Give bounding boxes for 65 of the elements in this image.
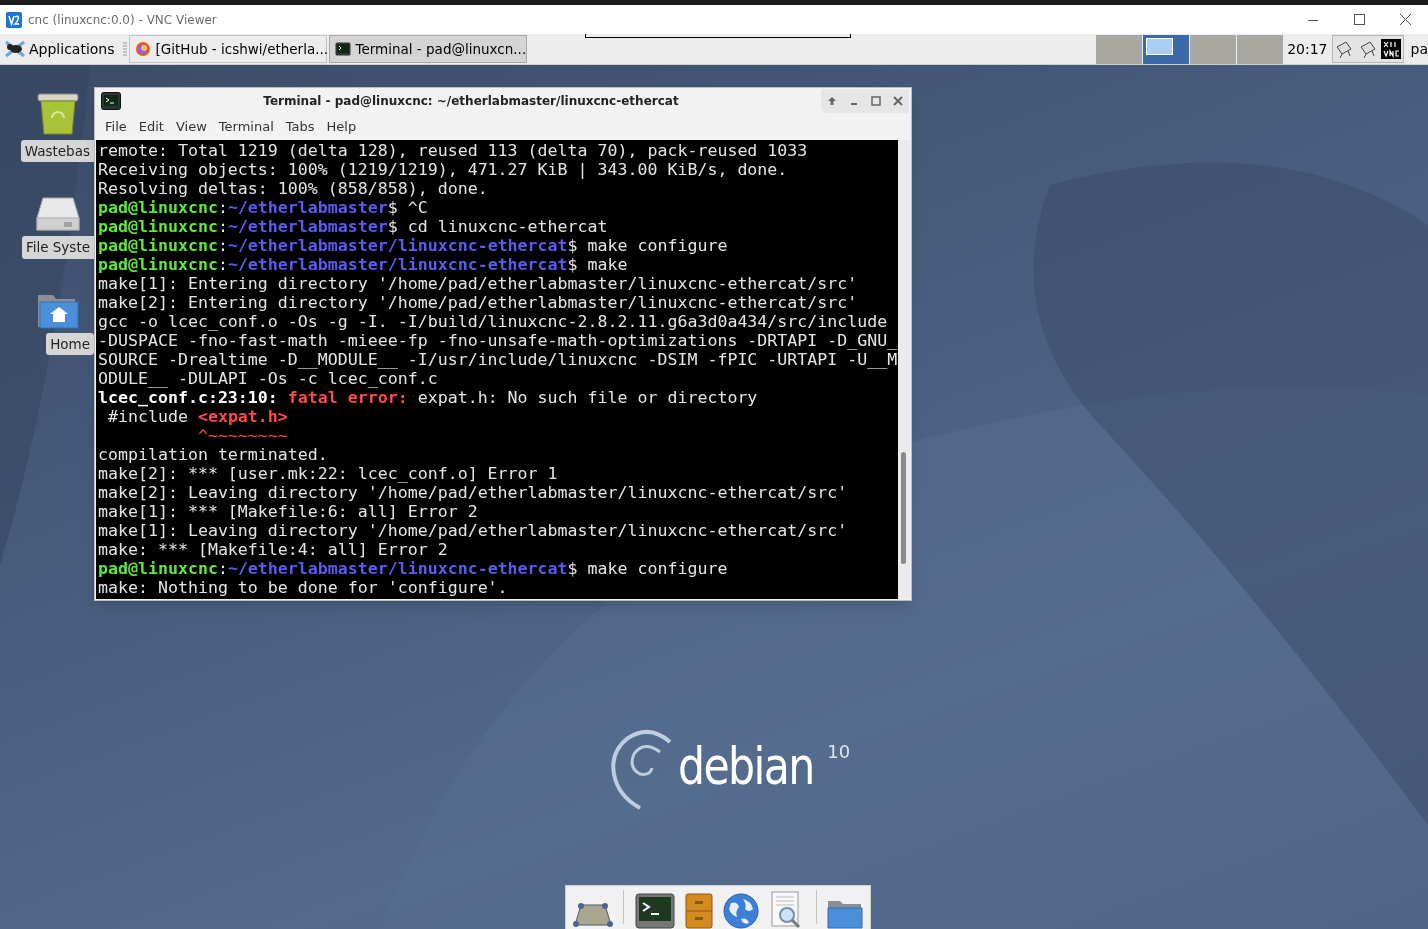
version-number: 10: [827, 740, 851, 764]
raise-arrow-icon[interactable]: [827, 96, 837, 106]
file-cabinet-icon[interactable]: [684, 893, 713, 929]
panel-handle-icon: [122, 41, 127, 57]
terminal-line: -DUSPACE -fno-fast-math -mieee-fp -fno-unsafe-math-optimizations -DRTAPI -D_GNU_: [98, 331, 898, 350]
terminal-line: make: Nothing to be done for 'configure'.: [98, 578, 508, 597]
window-title: cnc (linuxcnc:0.0) - VNC Viewer: [28, 11, 217, 29]
terminal-line: pad@linuxcnc:~/etherlabmaster$ cd linuxcnc-ethercat: [98, 217, 608, 236]
terminal-line: compilation terminated.: [98, 445, 328, 464]
debian-wordmark: debian: [678, 736, 814, 796]
terminal-line: pad@linuxcnc:~/etherlabmaster/linuxcnc-ethercat$ make configure: [98, 236, 728, 255]
terminal-icon[interactable]: [634, 893, 675, 929]
terminal-line: SOURCE -Drealtime -D__MODULE__ -I/usr/include/linuxcnc -DSIM -fPIC -URTAPI -U__M: [98, 350, 898, 369]
terminal-line: pad@linuxcnc:~/etherlabmaster/linuxcnc-ethercat$ make configure: [98, 559, 728, 578]
terminal-line: ^~~~~~~~~: [196, 426, 288, 445]
terminal-line: ODULE__ -DULAPI -Os -c lcec_conf.c: [98, 369, 438, 388]
user-name[interactable]: pa: [1410, 38, 1428, 60]
trash-can-icon[interactable]: [35, 90, 81, 136]
desktop-icon-label[interactable]: Wastebas: [20, 140, 94, 163]
maximize-icon: [1353, 14, 1365, 25]
taskbar-button[interactable]: [GitHub - icshwi/etherla...: [128, 35, 327, 63]
menu-item[interactable]: Terminal: [212, 117, 280, 137]
terminal-line: make[1]: Leaving directory '/home/pad/etherlabmaster/linuxcnc-ethercat/src': [98, 521, 848, 540]
browser-icon: [134, 41, 151, 57]
mouse-logo-icon: [4, 39, 26, 59]
terminal-line: gcc -o lcec_conf.o -Os -g -I. -I/build/linuxcnc-2.8.2.11.g6a3d0a434/src/include: [98, 312, 888, 331]
terminal-line: make[2]: Entering directory '/home/pad/etherlabmaster/linuxcnc-ethercat/src': [98, 293, 858, 312]
close-icon: [1399, 14, 1411, 25]
menu-item[interactable]: View: [169, 117, 213, 137]
terminal-line: make[1]: Entering directory '/home/pad/etherlabmaster/linuxcnc-ethercat/src': [98, 274, 858, 293]
taskbar-button[interactable]: Terminal - pad@linuxcn...: [328, 35, 527, 63]
terminal-icon: [334, 42, 351, 56]
terminal-line: make: *** [Makefile:4: all] Error 2: [98, 540, 448, 559]
desktop-icon[interactable]: [573, 901, 614, 929]
terminal-line: pad@linuxcnc:~/etherlabmaster/linuxcnc-ethercat$ make: [98, 255, 628, 274]
window-title: Terminal - pad@linuxcnc: ~/etherlabmaster/linuxcnc-ethercat: [262, 93, 680, 110]
terminal-line: #include <expat.h>: [107, 407, 288, 426]
terminal-line: make[2]: *** [user.mk:22: lcec_conf.o] Error 1: [98, 464, 558, 483]
menu-item[interactable]: Edit: [132, 117, 170, 137]
scrollbar-track[interactable]: [898, 140, 910, 599]
desktop-icon-label[interactable]: Home: [46, 332, 94, 355]
terminal-line: Receiving objects: 100% (1219/1219), 471.27 KiB | 343.00 KiB/s, done.: [98, 160, 788, 179]
scrollbar-thumb[interactable]: [901, 452, 906, 564]
menu-item[interactable]: Help: [320, 117, 363, 137]
terminal-line: make[2]: Leaving directory '/home/pad/etherlabmaster/linuxcnc-ethercat/src': [98, 483, 848, 502]
globe-icon[interactable]: [723, 893, 760, 929]
applications-menu-button[interactable]: Applications: [2, 35, 117, 63]
hard-drive-icon[interactable]: [35, 196, 81, 233]
terminal-icon: [101, 92, 121, 110]
menu-item[interactable]: Tabs: [279, 117, 321, 137]
home-folder-icon[interactable]: [37, 292, 79, 329]
desktop-icon-label[interactable]: File Syste: [21, 236, 94, 259]
folder-icon[interactable]: [826, 899, 863, 929]
terminal-line: make[1]: *** [Makefile:6: all] Error 2: [98, 502, 478, 521]
workspace-button[interactable]: [1143, 34, 1190, 64]
clock[interactable]: 20:17: [1287, 38, 1328, 60]
maximize-icon[interactable]: [871, 96, 881, 106]
terminal-line: lcec_conf.c:23:10: fatal error: expat.h: No such file or directory: [98, 388, 758, 407]
terminal-line: Resolving deltas: 100% (858/858), done.: [98, 179, 488, 198]
terminal-line: pad@linuxcnc:~/etherlabmaster$ ^C: [98, 198, 428, 217]
vnc-logo-icon: [6, 11, 22, 28]
menu-item[interactable]: File: [99, 117, 133, 137]
close-icon[interactable]: [893, 96, 903, 106]
x11vnc-tray-icon[interactable]: [1380, 39, 1401, 59]
terminal-line: remote: Total 1219 (delta 128), reused 113 (delta 70), pack-reused 1033: [98, 141, 808, 160]
